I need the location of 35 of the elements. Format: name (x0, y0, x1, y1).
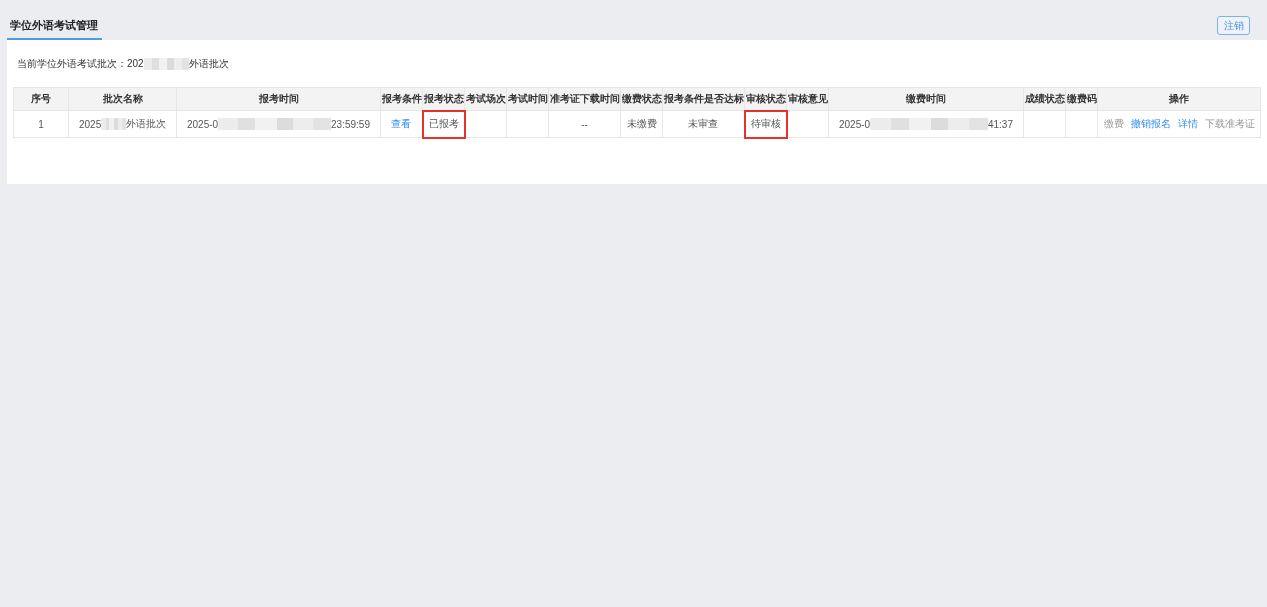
table-cell: -- (548, 110, 621, 138)
cell-text: 2025-0 (187, 118, 219, 130)
column-header: 审核状态 (744, 87, 787, 111)
table-cell: 待审核 (744, 110, 787, 138)
column-header: 缴费时间 (828, 87, 1024, 111)
current-batch-label: 外语批次 (188, 56, 229, 71)
redaction-block (101, 118, 126, 130)
table-cell: 未缴费 (620, 110, 663, 138)
column-header: 序号 (13, 87, 69, 111)
view-link[interactable]: 查看 (391, 118, 412, 129)
logout-button[interactable]: 注销 (1217, 16, 1250, 35)
column-header: 考试时间 (506, 87, 549, 111)
column-header: 操作 (1097, 87, 1261, 111)
column-header: 成绩状态 (1023, 87, 1066, 111)
table-cell: 已报考 (422, 110, 465, 138)
column-header: 报考条件 (380, 87, 423, 111)
cell-text: 2025 (79, 118, 102, 130)
column-header: 准考证下载时间 (548, 87, 621, 111)
column-header: 批次名称 (68, 87, 177, 111)
column-header: 报考条件是否达标 (662, 87, 745, 111)
column-header: 报考状态 (422, 87, 465, 111)
column-header: 报考时间 (176, 87, 381, 111)
cell-text: 2025-0 (839, 118, 871, 130)
action-link[interactable]: 详情 (1177, 117, 1198, 131)
table-cell: 1 (13, 110, 69, 138)
action-link[interactable]: 撤销报名 (1130, 117, 1171, 131)
cell-text: 外语批次 (126, 117, 166, 131)
redaction-block (143, 57, 189, 70)
current-batch-label: 当前学位外语考试批次：202 (17, 56, 144, 71)
cell-text: 41:37 (987, 118, 1013, 130)
cell-text: 23:59:59 (331, 118, 370, 130)
column-header: 审核意见 (786, 87, 829, 111)
column-header: 缴费状态 (620, 87, 663, 111)
column-header: 缴费码 (1065, 87, 1098, 111)
column-header: 考试场次 (464, 87, 507, 111)
